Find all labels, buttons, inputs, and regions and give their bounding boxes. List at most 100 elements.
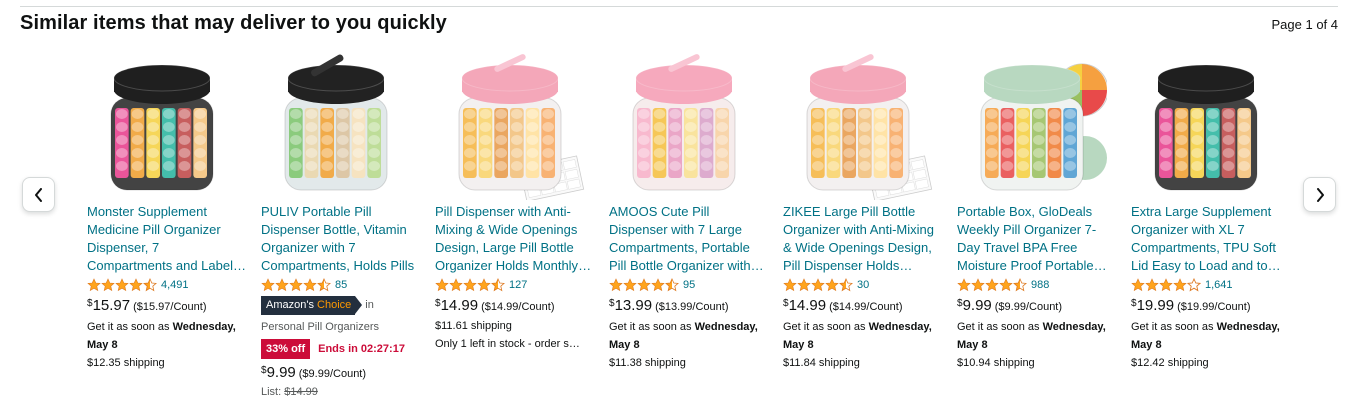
price-amount: 13.99 <box>614 297 653 314</box>
star-rating[interactable] <box>435 278 505 292</box>
star-rating[interactable] <box>609 278 679 292</box>
star-icon <box>129 278 143 292</box>
price[interactable]: $9.99 <box>261 364 296 381</box>
price[interactable]: $9.99 <box>957 297 992 314</box>
price[interactable]: $14.99 <box>435 297 478 314</box>
product-image-wrap[interactable] <box>1131 50 1305 200</box>
product-title-link[interactable]: Portable Box, GloDeals Weekly Pill Organ… <box>957 203 1117 275</box>
product-image[interactable] <box>783 50 933 200</box>
product-image[interactable] <box>261 50 411 200</box>
product-image[interactable] <box>957 50 1107 200</box>
delivery-estimate: Get it as soon as Wednesday, May 8 <box>609 318 777 354</box>
product-title-link[interactable]: Monster Supplement Medicine Pill Organiz… <box>87 203 247 275</box>
star-icon <box>651 278 665 292</box>
price-amount: 15.97 <box>92 297 131 314</box>
star-icon <box>463 278 477 292</box>
price-amount: 9.99 <box>962 297 992 314</box>
amazons-choice-badge[interactable]: Amazon's Choice <box>261 295 363 315</box>
rating-row[interactable]: 127 <box>435 277 609 293</box>
chevron-left-icon <box>35 188 42 202</box>
review-count-link[interactable]: 4,491 <box>161 279 189 291</box>
delivery-estimate: Get it as soon as Wednesday, May 8 <box>1131 318 1299 354</box>
price-amount: 14.99 <box>788 297 827 314</box>
product-title-link[interactable]: AMOOS Cute Pill Dispenser with 7 Large C… <box>609 203 769 275</box>
price-row: $9.99 ($9.99/Count) <box>261 364 435 384</box>
star-rating[interactable] <box>783 278 853 292</box>
rating-row[interactable]: 988 <box>957 277 1131 293</box>
rating-row[interactable]: 1,641 <box>1131 277 1305 293</box>
review-count-link[interactable]: 30 <box>857 279 869 291</box>
product-title-link[interactable]: Extra Large Supplement Organizer with XL… <box>1131 203 1291 275</box>
rating-row[interactable]: 95 <box>609 277 783 293</box>
price-amount: 14.99 <box>440 297 479 314</box>
star-icon <box>275 278 289 292</box>
product-card: Pill Dispenser with Anti-Mixing & Wide O… <box>435 50 609 400</box>
product-card: Monster Supplement Medicine Pill Organiz… <box>87 50 261 400</box>
product-image[interactable] <box>435 50 585 200</box>
star-rating[interactable] <box>87 278 157 292</box>
price[interactable]: $19.99 <box>1131 297 1174 314</box>
badge-in-label: in <box>365 299 374 311</box>
shipping-cost: $12.35 shipping <box>87 357 165 369</box>
star-icon <box>985 278 999 292</box>
review-count-link[interactable]: 95 <box>683 279 695 291</box>
product-image-wrap[interactable] <box>783 50 957 200</box>
review-count-link[interactable]: 127 <box>509 279 527 291</box>
carousel-prev-button[interactable] <box>22 177 55 212</box>
star-icon <box>261 278 275 292</box>
delivery-prefix: Get it as soon as <box>609 321 695 333</box>
product-card: Portable Box, GloDeals Weekly Pill Organ… <box>957 50 1131 400</box>
unit-price: ($9.99/Count) <box>298 368 367 380</box>
shipping-cost: $11.38 shipping <box>609 357 686 369</box>
product-image-wrap[interactable] <box>957 50 1131 200</box>
star-icon <box>101 278 115 292</box>
price[interactable]: $13.99 <box>609 297 652 314</box>
price[interactable]: $14.99 <box>783 297 826 314</box>
star-icon <box>289 278 303 292</box>
product-title-link[interactable]: ZIKEE Large Pill Bottle Organizer with A… <box>783 203 943 275</box>
rating-row[interactable]: 30 <box>783 277 957 293</box>
list-price-value: $14.99 <box>284 386 318 398</box>
product-title-link[interactable]: PULIV Portable Pill Dispenser Bottle, Vi… <box>261 203 421 275</box>
star-icon <box>811 278 825 292</box>
product-image-wrap[interactable] <box>261 50 435 200</box>
star-rating[interactable] <box>1131 278 1201 292</box>
price[interactable]: $15.97 <box>87 297 130 314</box>
product-image[interactable] <box>87 50 237 200</box>
product-card: AMOOS Cute Pill Dispenser with 7 Large C… <box>609 50 783 400</box>
badge-category: Personal Pill Organizers <box>261 321 379 333</box>
star-icon <box>1131 278 1145 292</box>
product-title-link[interactable]: Pill Dispenser with Anti-Mixing & Wide O… <box>435 203 595 275</box>
star-icon <box>143 278 157 292</box>
rating-row[interactable]: 4,491 <box>87 277 261 293</box>
unit-price: ($9.99/Count) <box>994 301 1063 313</box>
price-row: $15.97 ($15.97/Count) <box>87 297 261 317</box>
carousel-next-button[interactable] <box>1303 177 1336 212</box>
product-image-wrap[interactable] <box>87 50 261 200</box>
star-icon <box>87 278 101 292</box>
product-image[interactable] <box>1131 50 1281 200</box>
product-image-wrap[interactable] <box>435 50 609 200</box>
review-count-link[interactable]: 85 <box>335 279 347 291</box>
rating-row[interactable]: 85 <box>261 277 435 293</box>
star-icon <box>317 278 331 292</box>
star-icon <box>115 278 129 292</box>
review-count-link[interactable]: 988 <box>1031 279 1049 291</box>
delivery-prefix: Get it as soon as <box>783 321 869 333</box>
badge-label: Amazon's <box>266 298 314 311</box>
shipping-cost: $11.84 shipping <box>783 357 860 369</box>
star-rating[interactable] <box>957 278 1027 292</box>
unit-price: ($14.99/Count) <box>481 301 555 313</box>
review-count-link[interactable]: 1,641 <box>1205 279 1233 291</box>
delivery-estimate: Get it as soon as Wednesday, May 8 <box>957 318 1125 354</box>
price-row: $13.99 ($13.99/Count) <box>609 297 783 317</box>
deal-countdown: Ends in 02:27:17 <box>318 343 405 355</box>
star-icon <box>839 278 853 292</box>
badge-choice-label: Choice <box>317 298 352 311</box>
product-card: PULIV Portable Pill Dispenser Bottle, Vi… <box>261 50 435 400</box>
product-image[interactable] <box>609 50 759 200</box>
shipping-cost: $12.42 shipping <box>1131 357 1209 369</box>
star-rating[interactable] <box>261 278 331 292</box>
deal-badge: 33% off <box>261 339 311 359</box>
product-image-wrap[interactable] <box>609 50 783 200</box>
